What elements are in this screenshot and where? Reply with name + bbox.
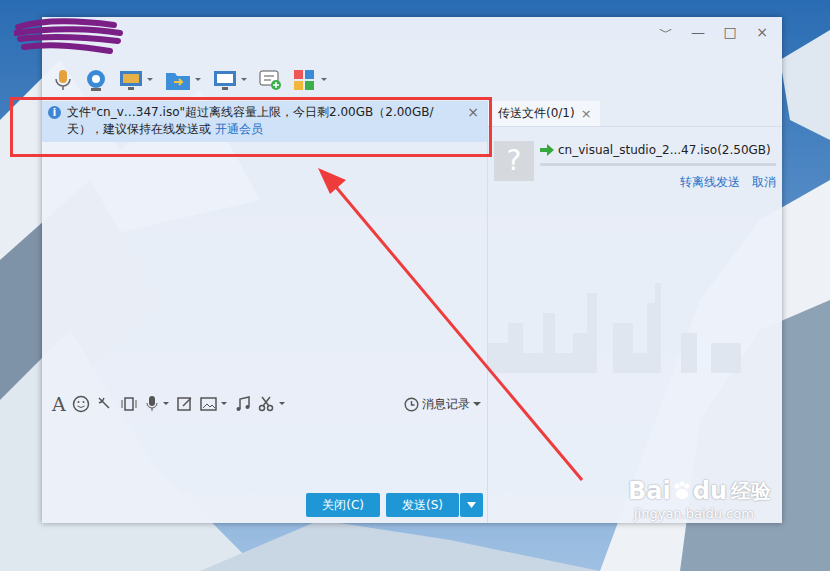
send-file-icon[interactable]: [164, 68, 202, 92]
chat-toolbar: [42, 65, 782, 95]
window-control-button[interactable]: —: [684, 21, 712, 43]
chat-window: ﹀—□×i文件"cn_v…347.iso"超过离线容量上限，今日剩2.00GB（…: [42, 17, 782, 523]
input-toolbar: A 消息记录: [42, 391, 487, 417]
baidu-watermark: Baidu经验jingyan.baidu.com: [628, 476, 771, 521]
message-input[interactable]: [42, 417, 487, 493]
file-name: cn_visual_studio_2...47.iso(2.50GB): [540, 141, 776, 157]
dropdown-arrow-icon: [467, 502, 476, 508]
apps-icon[interactable]: [292, 68, 328, 92]
emoji-icon[interactable]: [72, 395, 90, 413]
poke-icon[interactable]: [96, 395, 114, 413]
music-icon[interactable]: [234, 395, 252, 413]
close-button[interactable]: 关闭(C): [306, 493, 380, 517]
voice-message-icon[interactable]: [144, 395, 170, 413]
transfer-progress: [540, 163, 776, 166]
desktop: ﹀—□×i文件"cn_v…347.iso"超过离线容量上限，今日剩2.00GB（…: [0, 0, 830, 571]
shake-icon[interactable]: [120, 395, 138, 413]
file-transfer-item: ? cn_visual_studio_2...47.iso(2.50GB) 转离线发…: [488, 127, 782, 191]
webcam-icon[interactable]: [84, 68, 108, 92]
window-controls: ﹀—□×: [652, 17, 782, 43]
send-button-group: 发送(S): [386, 493, 483, 517]
redaction-scribble-icon: [14, 17, 124, 57]
microphone-icon[interactable]: [52, 68, 74, 92]
vip-link[interactable]: 开通会员: [215, 122, 263, 136]
send-button[interactable]: 发送(S): [386, 493, 459, 517]
clock-icon: [404, 397, 419, 412]
image-icon[interactable]: [200, 395, 228, 413]
tab-close-button[interactable]: ×: [581, 106, 592, 121]
doodle-icon[interactable]: [176, 395, 194, 413]
window-control-button[interactable]: □: [716, 21, 744, 43]
screen-share-icon[interactable]: [118, 68, 154, 92]
window-control-button[interactable]: ×: [748, 21, 776, 43]
paw-icon: [671, 480, 693, 502]
window-control-button[interactable]: ﹀: [652, 21, 680, 43]
transfer-action-link[interactable]: 转离线发送: [680, 174, 740, 191]
title-bar: ﹀—□×: [42, 17, 782, 65]
notice-text: 文件"cn_v…347.iso"超过离线容量上限，今日剩2.00GB（2.00G…: [67, 104, 461, 138]
transfer-panel: 传送文件(0/1)×? cn_visual_studio_2...47.iso(2…: [488, 101, 782, 523]
send-options-button[interactable]: [460, 493, 483, 517]
notice-close-button[interactable]: ×: [467, 104, 479, 120]
dropdown-arrow-icon: [473, 401, 481, 407]
button-row: 关闭(C)发送(S): [42, 493, 487, 523]
transfer-action-link[interactable]: 取消: [752, 174, 776, 191]
transfer-tab[interactable]: 传送文件(0/1)×: [488, 101, 600, 126]
offline-limit-notice: i 文件"cn_v…347.iso"超过离线容量上限，今日剩2.00GB（2.00…: [42, 101, 487, 142]
chat-column: i 文件"cn_v…347.iso"超过离线容量上限，今日剩2.00GB（2.00…: [42, 101, 488, 523]
message-history-button[interactable]: 消息记录: [404, 396, 481, 413]
send-arrow-icon: [540, 144, 554, 156]
info-icon: i: [48, 106, 61, 119]
group-chat-icon[interactable]: [258, 68, 282, 92]
font-button[interactable]: A: [52, 394, 66, 414]
chat-body: i 文件"cn_v…347.iso"超过离线容量上限，今日剩2.00GB（2.00…: [42, 95, 782, 523]
message-area: [42, 142, 487, 391]
screenshot-scissors-icon[interactable]: [258, 395, 286, 413]
city-skyline-icon: [488, 253, 782, 373]
remote-desktop-icon[interactable]: [212, 68, 248, 92]
transfer-tabbar: 传送文件(0/1)×: [488, 101, 782, 127]
annotation-highlight: [10, 97, 492, 157]
unknown-file-icon: ?: [494, 141, 534, 181]
